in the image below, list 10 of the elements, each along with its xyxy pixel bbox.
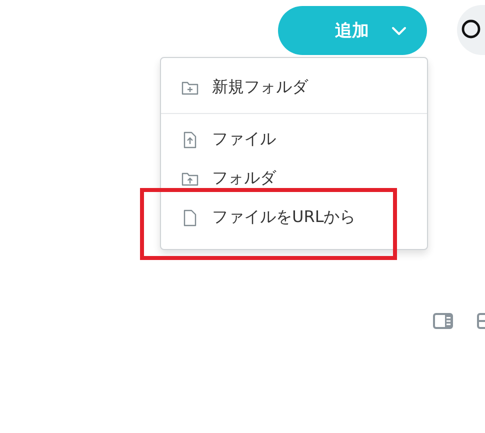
file-icon bbox=[181, 208, 199, 226]
panel-view-icon[interactable] bbox=[433, 313, 453, 329]
menu-item[interactable]: ファイル bbox=[161, 120, 427, 159]
file-upload-icon bbox=[181, 130, 199, 148]
menu-item[interactable]: フォルダ bbox=[161, 159, 427, 198]
menu-item[interactable]: 新規フォルダ bbox=[161, 68, 427, 107]
folder-plus-icon bbox=[181, 80, 199, 96]
menu-item[interactable]: ファイルをURLから bbox=[161, 198, 427, 237]
chevron-down-icon bbox=[391, 26, 407, 36]
folder-upload-icon bbox=[181, 170, 199, 186]
